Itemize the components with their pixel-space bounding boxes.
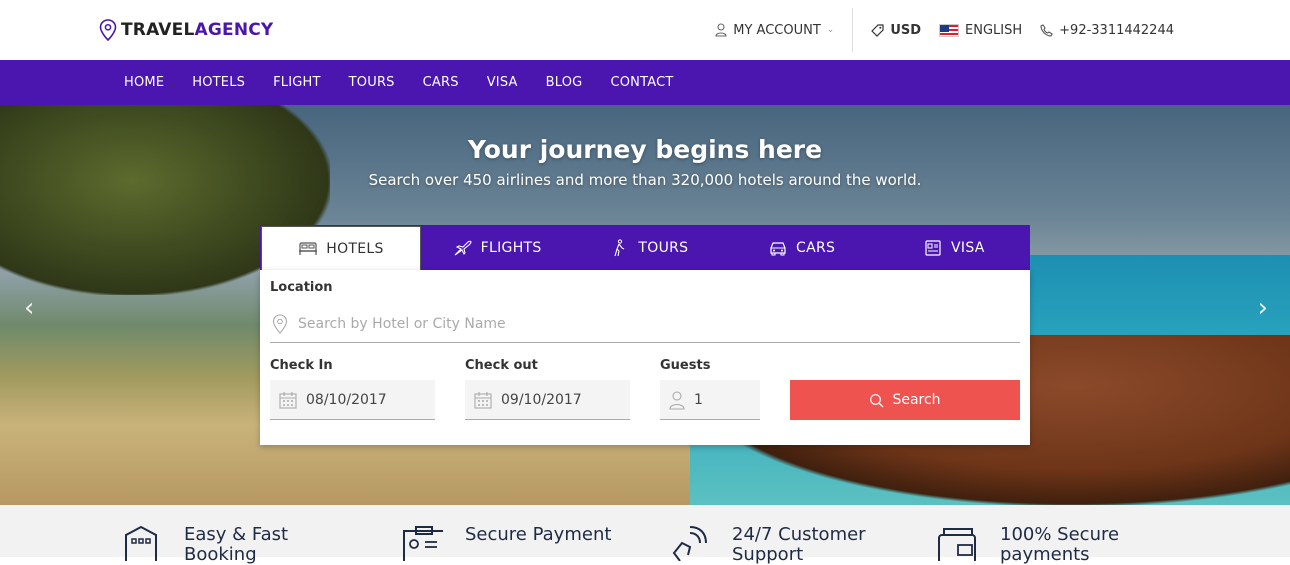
plane-icon <box>454 240 472 255</box>
language-selector[interactable]: ENGLISH <box>939 23 1022 38</box>
us-flag-icon <box>939 23 960 37</box>
nav-tours[interactable]: TOURS <box>349 75 395 90</box>
guests-field[interactable]: 1 <box>660 380 760 420</box>
language-label: ENGLISH <box>965 22 1023 38</box>
guests-label: Guests <box>660 358 711 373</box>
tab-visa-label: VISA <box>951 239 985 256</box>
feature-easy-booking-title: Easy & Fast Booking <box>184 524 289 565</box>
building-icon <box>125 525 157 561</box>
tab-tours[interactable]: TOURS <box>573 225 725 270</box>
search-icon <box>870 393 884 407</box>
wallet-icon <box>938 528 976 561</box>
divider <box>852 8 854 52</box>
main-nav: HOME HOTELS FLIGHT TOURS CARS VISA BLOG … <box>0 60 1290 105</box>
phone-link[interactable]: +92-3311442244 <box>1040 23 1174 38</box>
nav-blog[interactable]: BLOG <box>546 75 583 90</box>
location-pin-icon <box>272 314 288 334</box>
bed-icon <box>299 241 318 255</box>
logo-text-agency: AGENCY <box>194 20 274 40</box>
feature-easy-booking: Easy & Fast Booking <box>120 525 334 565</box>
feature-secure-payments-title: 100% Secure payments <box>1000 524 1120 565</box>
guests-value: 1 <box>694 391 703 408</box>
search-button-label: Search <box>892 392 941 408</box>
my-account-label: MY ACCOUNT <box>733 22 821 38</box>
nav-home[interactable]: HOME <box>124 75 164 90</box>
user-icon <box>669 390 685 410</box>
location-pin-icon <box>99 19 117 41</box>
tab-cars[interactable]: CARS <box>726 225 878 270</box>
phone-icon <box>1040 23 1053 37</box>
location-field <box>270 306 1020 343</box>
carousel-next-arrow-icon[interactable]: › <box>1258 295 1268 321</box>
checkout-value: 09/10/2017 <box>501 391 582 408</box>
tab-cars-label: CARS <box>796 239 836 256</box>
user-icon <box>715 23 727 37</box>
currency-label: USD <box>890 22 922 38</box>
currency-selector[interactable]: USD <box>871 23 921 38</box>
calendar-icon <box>474 391 492 409</box>
hiker-icon <box>614 238 625 256</box>
my-account-menu[interactable]: MY ACCOUNT ⌄ <box>715 23 834 38</box>
checkin-label: Check In <box>270 358 333 373</box>
location-input[interactable] <box>298 316 998 332</box>
nav-contact[interactable]: CONTACT <box>610 75 673 90</box>
tab-hotels[interactable]: HOTELS <box>261 226 421 270</box>
search-tabs: HOTELS FLIGHTS TOURS CARS VISA <box>260 225 1030 270</box>
search-button[interactable]: Search <box>790 380 1020 420</box>
nav-visa[interactable]: VISA <box>487 75 518 90</box>
top-right-menu: MY ACCOUNT ⌄ USD ENGLISH +92-3311442244 <box>697 0 1174 60</box>
tab-visa[interactable]: VISA <box>878 225 1030 270</box>
location-label: Location <box>270 280 333 295</box>
logo[interactable]: TRAVEL AGENCY <box>99 19 273 41</box>
search-widget: HOTELS FLIGHTS TOURS CARS VISA Location … <box>260 225 1030 445</box>
top-bar: TRAVEL AGENCY MY ACCOUNT ⌄ USD ENGLISH +… <box>0 0 1290 60</box>
hero-title: Your journey begins here <box>467 135 823 164</box>
hero-subtitle: Search over 450 airlines and more than 3… <box>368 171 922 189</box>
checkout-label: Check out <box>465 358 538 373</box>
tab-hotels-label: HOTELS <box>326 240 384 257</box>
feature-secure-payment: Secure Payment <box>401 525 615 561</box>
checkin-value: 08/10/2017 <box>306 391 387 408</box>
feature-customer-support-title: 24/7 Customer Support <box>732 524 866 565</box>
nav-cars[interactable]: CARS <box>423 75 459 90</box>
passport-icon <box>925 239 941 256</box>
car-icon <box>770 241 786 255</box>
calendar-icon <box>279 391 297 409</box>
chevron-down-icon: ⌄ <box>826 25 835 35</box>
search-panel: Location Check In 08/10/2017 <box>260 270 1030 445</box>
carousel-prev-arrow-icon[interactable]: ‹ <box>24 295 34 321</box>
hero-banner: Your journey begins here Search over 450… <box>0 105 1290 505</box>
tag-icon <box>871 23 884 37</box>
nav-hotels[interactable]: HOTELS <box>192 75 245 90</box>
tab-flights[interactable]: FLIGHTS <box>421 225 573 270</box>
tab-flights-label: FLIGHTS <box>480 239 542 256</box>
phone-number: +92-3311442244 <box>1059 22 1174 38</box>
id-card-icon <box>403 526 443 561</box>
logo-text-travel: TRAVEL <box>121 20 195 40</box>
feature-secure-payments: 100% Secure payments <box>936 525 1150 565</box>
phone-icon <box>672 526 707 561</box>
tab-tours-label: TOURS <box>638 239 689 256</box>
nav-flight[interactable]: FLIGHT <box>273 75 321 90</box>
checkin-field[interactable]: 08/10/2017 <box>270 380 435 420</box>
feature-customer-support: 24/7 Customer Support <box>668 525 882 565</box>
feature-secure-payment-title: Secure Payment <box>465 524 612 545</box>
features-strip: Easy & Fast Booking Secure Payment 24/7 … <box>0 505 1290 565</box>
checkout-field[interactable]: 09/10/2017 <box>465 380 630 420</box>
